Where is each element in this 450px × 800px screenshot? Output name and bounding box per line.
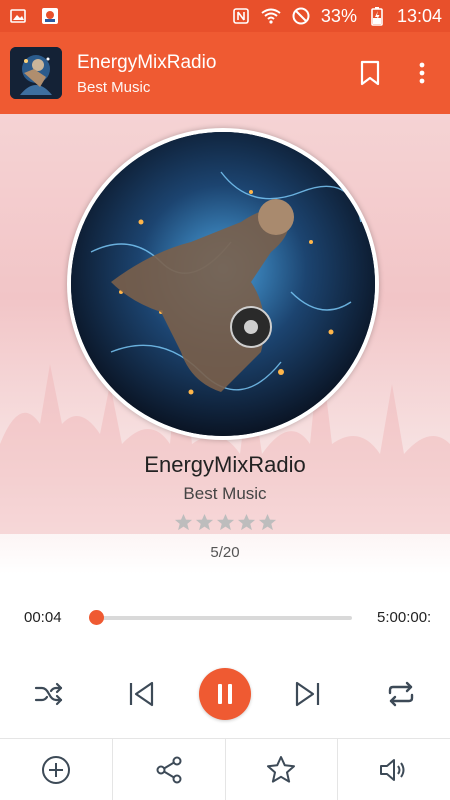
station-artwork — [67, 128, 379, 440]
seek-thumb[interactable] — [88, 610, 104, 625]
rating-stars[interactable] — [0, 513, 450, 532]
station-tagline: Best Music — [183, 484, 267, 503]
pause-button[interactable] — [199, 668, 251, 720]
station-thumbnail — [10, 47, 62, 99]
skip-previous-icon[interactable] — [121, 674, 161, 714]
skip-next-icon[interactable] — [288, 674, 328, 714]
star-icon[interactable] — [216, 513, 235, 532]
add-circle-icon — [41, 755, 70, 784]
app-bar: EnergyMixRadio Best Music — [0, 32, 450, 114]
volume-button[interactable] — [338, 739, 450, 800]
app-notification-icon — [40, 6, 60, 26]
no-entry-icon — [291, 6, 311, 26]
playback-controls — [0, 666, 450, 722]
bookmark-icon[interactable] — [354, 57, 386, 89]
gallery-icon — [8, 6, 28, 26]
app-title: EnergyMixRadio — [77, 51, 217, 73]
add-button[interactable] — [0, 739, 113, 800]
app-subtitle: Best Music — [77, 78, 151, 96]
clock: 13:04 — [396, 5, 442, 26]
shuffle-icon[interactable] — [29, 674, 69, 714]
more-vert-icon[interactable] — [406, 57, 438, 89]
status-bar: 33% 13:04 — [0, 0, 450, 32]
repeat-icon[interactable] — [381, 674, 421, 714]
favorite-button[interactable] — [226, 739, 339, 800]
seek-bar[interactable] — [96, 616, 352, 620]
star-icon[interactable] — [174, 513, 193, 532]
star-icon[interactable] — [195, 513, 214, 532]
nfc-icon — [231, 6, 251, 26]
share-button[interactable] — [113, 739, 226, 800]
battery-percent: 33% — [320, 5, 357, 26]
battery-charging-icon — [367, 6, 387, 26]
total-time: 5:00:00: — [377, 609, 432, 626]
volume-icon — [380, 758, 405, 781]
star-icon[interactable] — [237, 513, 256, 532]
share-icon — [156, 756, 182, 783]
progress-row: 00:04 5:00:00: — [0, 602, 450, 632]
star-outline-icon — [267, 755, 296, 783]
elapsed-time: 00:04 — [24, 609, 62, 626]
station-position: 5/20 — [210, 544, 240, 561]
bottom-action-bar — [0, 738, 450, 800]
station-name: EnergyMixRadio — [144, 452, 306, 477]
pause-icon — [218, 684, 232, 704]
wifi-icon — [261, 6, 281, 26]
star-icon[interactable] — [258, 513, 277, 532]
